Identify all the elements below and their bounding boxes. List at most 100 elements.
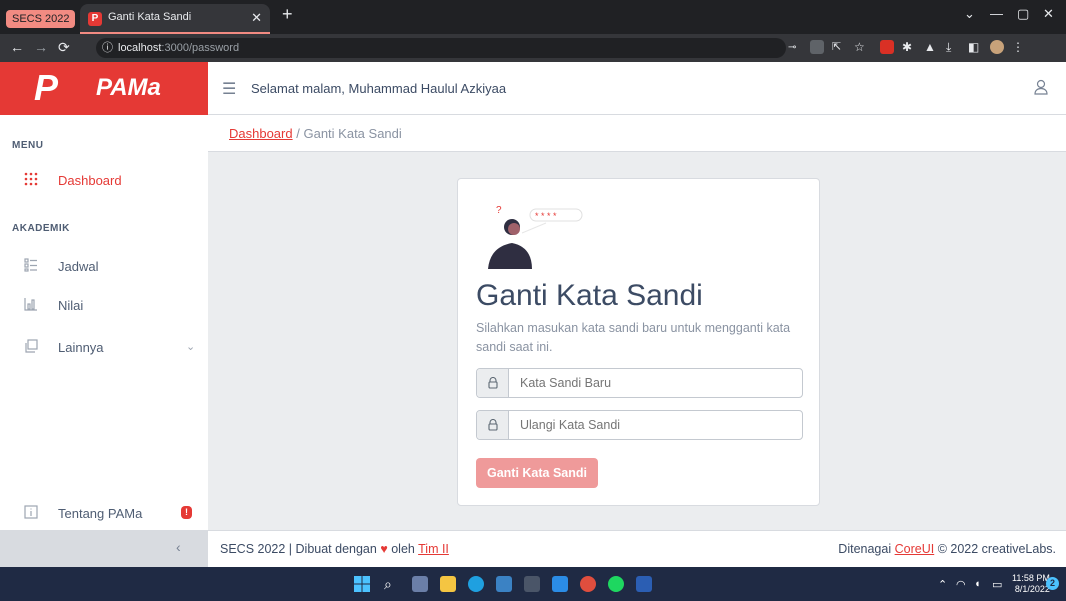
flask-icon[interactable]: ▲ — [924, 40, 938, 54]
tab-group-chip[interactable]: SECS 2022 — [6, 10, 76, 28]
tab-close-icon[interactable]: ✕ — [251, 10, 262, 26]
brand-name: PAMa — [96, 74, 161, 101]
extension-icon[interactable] — [880, 40, 894, 54]
footer-copyright: © 2022 creativeLabs. — [937, 542, 1056, 556]
brand-p-icon: P — [34, 67, 59, 108]
illustration-asterisks: * * * * — [535, 211, 557, 221]
puzzle-extensions-icon[interactable]: ✱ — [902, 40, 916, 54]
footer-made-with: SECS 2022 | Dibuat dengan — [220, 542, 377, 556]
browser-tab-bar: SECS 2022 P Ganti Kata Sandi ✕ + ⌄ — ▢ ✕ — [0, 0, 1066, 34]
sidebar-item-label: Lainnya — [58, 340, 104, 355]
forward-button[interactable]: → — [34, 39, 48, 55]
card-title: Ganti Kata Sandi — [476, 279, 703, 312]
profile-avatar[interactable] — [990, 40, 1004, 54]
footer-team-link[interactable]: Tim II — [418, 542, 449, 556]
search-icon[interactable]: ⌕ — [384, 576, 400, 592]
sidebar-item-label: Jadwal — [58, 259, 99, 274]
sidebar-item-dashboard[interactable]: Dashboard — [0, 162, 208, 198]
reload-button[interactable]: ⟳ — [58, 39, 70, 56]
close-window-button[interactable]: ✕ — [1043, 6, 1054, 22]
breadcrumb-current: Ganti Kata Sandi — [303, 126, 402, 141]
new-password-field[interactable] — [476, 368, 803, 398]
lock-icon — [477, 411, 509, 439]
back-button[interactable]: ← — [10, 39, 24, 55]
word-icon[interactable] — [636, 576, 652, 592]
url-path: :3000/password — [161, 42, 240, 54]
sidebar-item-label: Tentang PAMa — [58, 506, 143, 521]
sidebar-item-jadwal[interactable]: Jadwal — [0, 248, 208, 284]
sidebar-section-akademik: AKADEMIK — [12, 223, 70, 234]
greeting-text: Selamat malam, Muhammad Haulul Azkiyaa — [251, 81, 507, 96]
breadcrumb-bar: Dashboard / Ganti Kata Sandi — [208, 115, 1066, 152]
new-password-input[interactable] — [510, 369, 800, 397]
edge-icon[interactable] — [468, 576, 484, 592]
site-info-icon[interactable]: ⓘ — [102, 38, 113, 58]
new-tab-button[interactable]: + — [282, 4, 293, 25]
notification-count-badge[interactable]: 2 — [1046, 577, 1059, 590]
info-square-icon — [24, 505, 40, 521]
spotify-icon[interactable] — [608, 576, 624, 592]
change-password-card: ? * * * * Ganti Kata Sandi Silahkan masu… — [457, 178, 820, 506]
restore-button[interactable]: ▢ — [1017, 6, 1029, 22]
windows-start-icon[interactable] — [354, 576, 370, 592]
bar-chart-icon — [24, 297, 40, 313]
user-account-icon[interactable] — [1034, 79, 1048, 95]
tab-title: Ganti Kata Sandi — [108, 11, 192, 23]
hamburger-menu-icon[interactable]: ☰ — [222, 79, 236, 99]
breadcrumb: Dashboard / Ganti Kata Sandi — [229, 126, 402, 141]
tray-chevron-up-icon[interactable]: ⌃ — [938, 578, 947, 591]
store-icon[interactable] — [496, 576, 512, 592]
footer-by: oleh — [391, 542, 415, 556]
system-clock[interactable]: 11:58 PM 8/1/2022 — [1012, 573, 1050, 595]
sidebar-minimizer[interactable]: ‹ — [0, 530, 208, 567]
vscode-icon[interactable] — [552, 576, 568, 592]
terminal-icon[interactable] — [524, 576, 540, 592]
repeat-password-field[interactable] — [476, 410, 803, 440]
file-explorer-icon[interactable] — [440, 576, 456, 592]
page-footer: SECS 2022 | Dibuat dengan ♥ oleh Tim II … — [208, 530, 1066, 567]
chevron-left-icon[interactable]: ‹ — [176, 539, 181, 555]
address-bar[interactable]: ⓘ localhost:3000/password — [96, 38, 786, 58]
sidebar-section-menu: MENU — [12, 140, 44, 151]
chrome-icon[interactable] — [580, 576, 596, 592]
clock-time: 11:58 PM — [1012, 573, 1050, 583]
share-icon[interactable]: ⇱ — [832, 40, 846, 54]
tab-favicon-icon: P — [88, 12, 102, 26]
key-icon[interactable]: ⊸ — [788, 42, 802, 56]
minimize-button[interactable]: — — [990, 6, 1003, 21]
battery-icon[interactable]: ▭ — [992, 578, 1002, 591]
os-taskbar: ⌕ ⌃ ◠ ◖ ▭ 11:58 PM 8/1/2022 2 — [0, 567, 1066, 601]
repeat-password-input[interactable] — [510, 411, 800, 439]
browser-tab-active[interactable]: P Ganti Kata Sandi ✕ — [80, 4, 270, 34]
top-header: ☰ Selamat malam, Muhammad Haulul Azkiyaa — [208, 62, 1066, 115]
browser-menu-icon[interactable]: ⋮ — [1012, 40, 1026, 54]
download-icon[interactable]: ⤓ — [946, 40, 960, 54]
wifi-icon[interactable]: ◠ — [956, 578, 966, 591]
sidebar-item-nilai[interactable]: Nilai — [0, 287, 208, 323]
sidebar-item-tentang[interactable]: Tentang PAMa ! — [0, 495, 208, 531]
breadcrumb-link-dashboard[interactable]: Dashboard — [229, 126, 293, 141]
footer-coreui-link[interactable]: CoreUI — [895, 542, 935, 556]
side-panel-icon[interactable]: ◧ — [968, 40, 982, 54]
notification-badge: ! — [181, 506, 192, 519]
chevron-down-icon: ⌄ — [186, 341, 196, 353]
list-icon — [24, 258, 40, 274]
task-view-icon[interactable] — [412, 576, 428, 592]
bookmark-star-icon[interactable]: ☆ — [854, 40, 868, 54]
sidebar: MENU Dashboard AKADEMIK Jadwal Nilai Lai… — [0, 115, 208, 530]
volume-icon[interactable]: ◖ — [974, 578, 981, 590]
sidebar-item-lainnya[interactable]: Lainnya ⌄ — [0, 329, 208, 365]
heart-icon: ♥ — [380, 542, 388, 556]
change-password-button[interactable]: Ganti Kata Sandi — [476, 458, 598, 488]
breadcrumb-separator: / — [296, 126, 300, 141]
footer-left: SECS 2022 | Dibuat dengan ♥ oleh Tim II — [220, 542, 449, 556]
copy-icon — [24, 339, 40, 355]
translate-icon[interactable] — [810, 40, 824, 54]
brand-logo[interactable]: P PAMa — [0, 62, 208, 115]
url-host: localhost — [118, 42, 162, 54]
card-description: Silahkan masukan kata sandi baru untuk m… — [476, 321, 791, 354]
tab-search-chevron-icon[interactable]: ⌄ — [964, 6, 975, 22]
lock-icon — [477, 369, 509, 397]
password-illustration: ? * * * * — [484, 203, 594, 269]
svg-text:?: ? — [496, 205, 502, 216]
